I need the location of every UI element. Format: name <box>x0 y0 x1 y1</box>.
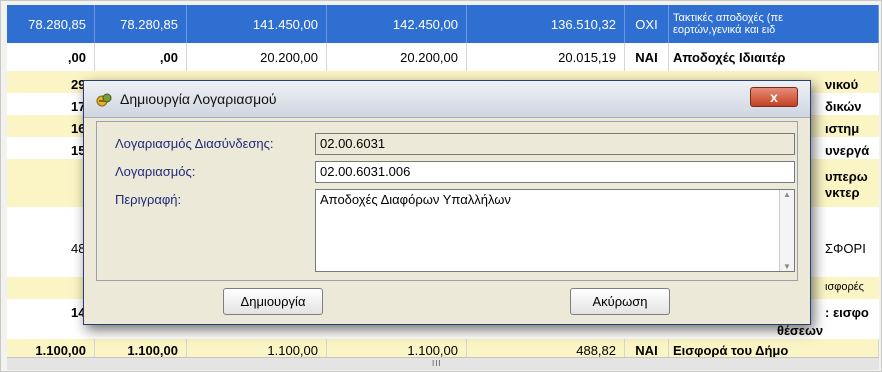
horizontal-scrollbar[interactable]: III <box>7 357 879 370</box>
scroll-grip-icon[interactable]: III <box>432 359 442 368</box>
grid-cell-partial: ΣΦΟΡΙ <box>825 241 866 256</box>
grid-cell-partial: : εισφο <box>825 305 869 320</box>
grid-cell: 142.450,00 <box>327 5 467 43</box>
grid-cell-partial: υνεργά <box>825 143 870 158</box>
grid-cell-description: Αποδοχές Ιδιαιτέρ <box>669 43 879 71</box>
link-account-field[interactable]: 02.00.6031 <box>315 133 795 155</box>
grid-desc-line: Τακτικές αποδοχές (πε <box>673 12 783 24</box>
grid-cell: 78.280,85 <box>7 5 95 43</box>
scroll-down-icon[interactable]: ▼ <box>783 262 791 271</box>
account-field[interactable]: 02.00.6031.006 <box>315 161 795 183</box>
close-icon: x <box>770 89 778 105</box>
app-icon <box>96 92 112 108</box>
grid-cell-partial: ισφορές <box>825 281 864 293</box>
grid-cell-flag: ΝΑΙ <box>625 43 669 71</box>
grid-cell: ,00 <box>7 43 95 71</box>
form-panel: Λογαριασμός Διασύνδεσης: 02.00.6031 Λογα… <box>96 121 798 281</box>
grid-cell-flag: ΟΧΙ <box>625 5 669 43</box>
grid-cell-partial: θέσεων <box>777 323 824 338</box>
window-frame: 78.280,85 78.280,85 141.450,00 142.450,0… <box>0 0 882 372</box>
grid-cell: 20.015,19 <box>467 43 625 71</box>
scroll-up-icon[interactable]: ▲ <box>783 190 791 199</box>
grid-desc-line: εορτών,γενικά και ειδ <box>673 24 776 36</box>
cancel-button[interactable]: Ακύρωση <box>570 288 670 315</box>
dialog-titlebar[interactable]: Δημιουργία Λογαριασμού x <box>84 81 810 118</box>
grid-cell: 78.280,85 <box>95 5 187 43</box>
create-account-dialog: Δημιουργία Λογαριασμού x Λογαριασμός Δια… <box>83 80 811 325</box>
close-button[interactable]: x <box>750 87 798 107</box>
grid-cell-partial: υπερω <box>825 169 868 184</box>
grid-cell: ,00 <box>95 43 187 71</box>
grid-cell-partial: ιστημ <box>825 121 860 136</box>
description-text: Αποδοχές Διαφόρων Υπαλλήλων <box>320 192 511 207</box>
description-label: Περιγραφή: <box>115 192 182 207</box>
grid-cell-partial: νικού <box>825 77 859 92</box>
table-row[interactable]: 78.280,85 78.280,85 141.450,00 142.450,0… <box>7 5 879 43</box>
table-row[interactable]: ,00 ,00 20.200,00 20.200,00 20.015,19 ΝΑ… <box>7 43 879 71</box>
memo-scrollbar[interactable]: ▲ ▼ <box>779 190 794 271</box>
grid-cell: 20.200,00 <box>187 43 327 71</box>
grid-cell-partial: νκτερ <box>825 185 860 200</box>
create-button[interactable]: Δημιουργία <box>223 288 323 315</box>
grid-cell-description: Τακτικές αποδοχές (πε εορτών,γενικά και … <box>669 5 879 43</box>
description-memo[interactable]: Αποδοχές Διαφόρων Υπαλλήλων ▲ ▼ <box>315 189 795 272</box>
grid-cell: 141.450,00 <box>187 5 327 43</box>
grid-cell-partial: δικών <box>825 99 862 114</box>
dialog-title: Δημιουργία Λογαριασμού <box>120 91 277 107</box>
account-label: Λογαριασμός: <box>115 164 196 179</box>
grid-cell: 20.200,00 <box>327 43 467 71</box>
link-account-label: Λογαριασμός Διασύνδεσης: <box>115 136 274 151</box>
grid-cell: 136.510,32 <box>467 5 625 43</box>
